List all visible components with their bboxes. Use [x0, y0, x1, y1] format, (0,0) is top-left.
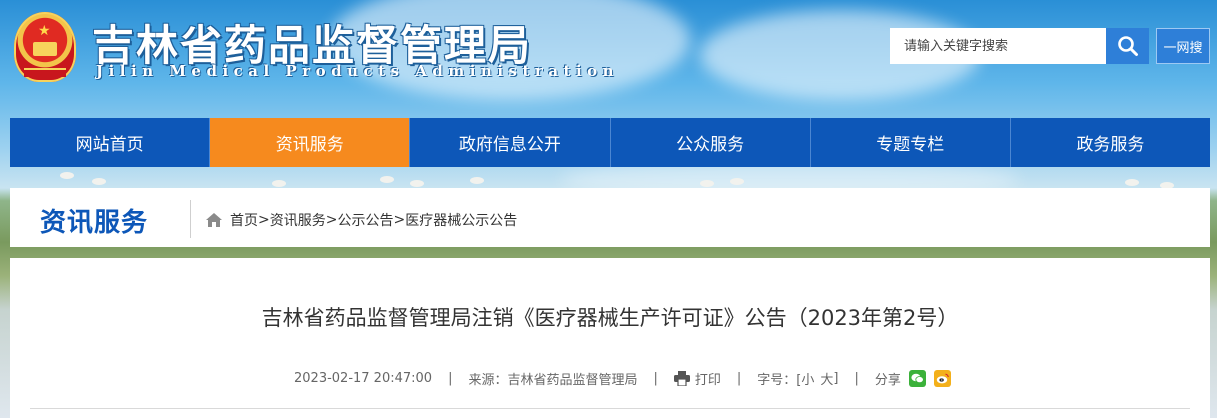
breadcrumb-link-notices[interactable]: 公示公告: [337, 210, 393, 230]
article-container: 吉林省药品监督管理局注销《医疗器械生产许可证》公告（2023年第2号） 2023…: [10, 258, 1210, 418]
sheep-decoration: [92, 178, 106, 185]
divider: [190, 200, 191, 238]
emblem-star-icon: ★: [38, 23, 51, 39]
font-size-small-button[interactable]: 小: [801, 369, 814, 388]
breadcrumb-separator: >: [393, 212, 406, 228]
weibo-icon[interactable]: [933, 369, 951, 387]
nav-item-gov-service[interactable]: 政务服务: [1011, 118, 1210, 167]
emblem-gate-icon: [33, 42, 57, 56]
site-subtitle: Jilin Medical Products Administration: [96, 62, 620, 80]
meta-divider: |: [448, 370, 453, 386]
national-emblem-logo: ★: [14, 12, 76, 82]
sheep-decoration: [1125, 179, 1139, 186]
nav-item-topics[interactable]: 专题专栏: [811, 118, 1011, 167]
nav-item-home[interactable]: 网站首页: [10, 118, 211, 167]
search-input[interactable]: [890, 28, 1106, 64]
sheep-decoration: [60, 172, 74, 179]
meta-divider: |: [736, 370, 742, 386]
font-size-close: ]: [833, 370, 839, 386]
sheep-decoration: [272, 180, 286, 187]
sheep-decoration: [380, 176, 394, 183]
article-title: 吉林省药品监督管理局注销《医疗器械生产许可证》公告（2023年第2号）: [261, 306, 959, 330]
search-icon: [1117, 36, 1138, 56]
printer-icon: [673, 370, 690, 386]
article-datetime: 2023-02-17 20:47:00: [294, 370, 433, 386]
breadcrumb-separator: >: [258, 212, 270, 228]
breadcrumb-separator: >: [325, 212, 338, 228]
sheep-decoration: [410, 180, 424, 187]
font-size-label: 字号：[: [757, 372, 802, 388]
sheep-decoration: [470, 177, 484, 184]
emblem-ribbon: [24, 68, 66, 77]
breadcrumb-link-news[interactable]: 资讯服务: [270, 210, 326, 230]
divider: [30, 408, 1190, 409]
article-meta: 2023-02-17 20:47:00 | 来源： 吉林省药品监督管理局 | 打…: [294, 368, 951, 388]
print-button[interactable]: 打印: [673, 369, 721, 388]
meta-divider: |: [653, 370, 658, 386]
sheep-decoration: [730, 178, 744, 185]
meta-divider: |: [854, 370, 859, 386]
home-icon: [206, 213, 222, 227]
breadcrumb: 首页 > 资讯服务 > 公示公告 > 医疗器械公示公告: [206, 210, 517, 230]
net-search-button[interactable]: 一网搜: [1156, 28, 1210, 64]
section-title: 资讯服务: [40, 208, 149, 238]
print-label: 打印: [694, 372, 721, 388]
font-size-large-button[interactable]: 大: [820, 369, 833, 388]
nav-item-news[interactable]: 资讯服务: [210, 118, 411, 167]
nav-item-gov-info[interactable]: 政府信息公开: [410, 118, 611, 167]
main-nav: 网站首页 资讯服务 政府信息公开 公众服务 专题专栏 政务服务: [10, 118, 1210, 167]
source-label: 来源：: [468, 372, 508, 388]
site-header: ★ 吉林省药品监督管理局 Jilin Medical Products Admi…: [0, 0, 1217, 118]
breadcrumb-bar: 资讯服务 首页 > 资讯服务 > 公示公告 > 医疗器械公示公告: [10, 188, 1210, 247]
nav-item-public-service[interactable]: 公众服务: [611, 118, 811, 167]
wechat-icon[interactable]: [908, 369, 926, 387]
breadcrumb-link-device-notices[interactable]: 医疗器械公示公告: [405, 210, 517, 230]
search-button[interactable]: [1106, 28, 1149, 64]
article-source: 吉林省药品监督管理局: [507, 372, 638, 388]
share-label: 分享: [874, 372, 901, 388]
breadcrumb-link-home[interactable]: 首页: [230, 210, 258, 230]
sheep-decoration: [700, 180, 714, 187]
